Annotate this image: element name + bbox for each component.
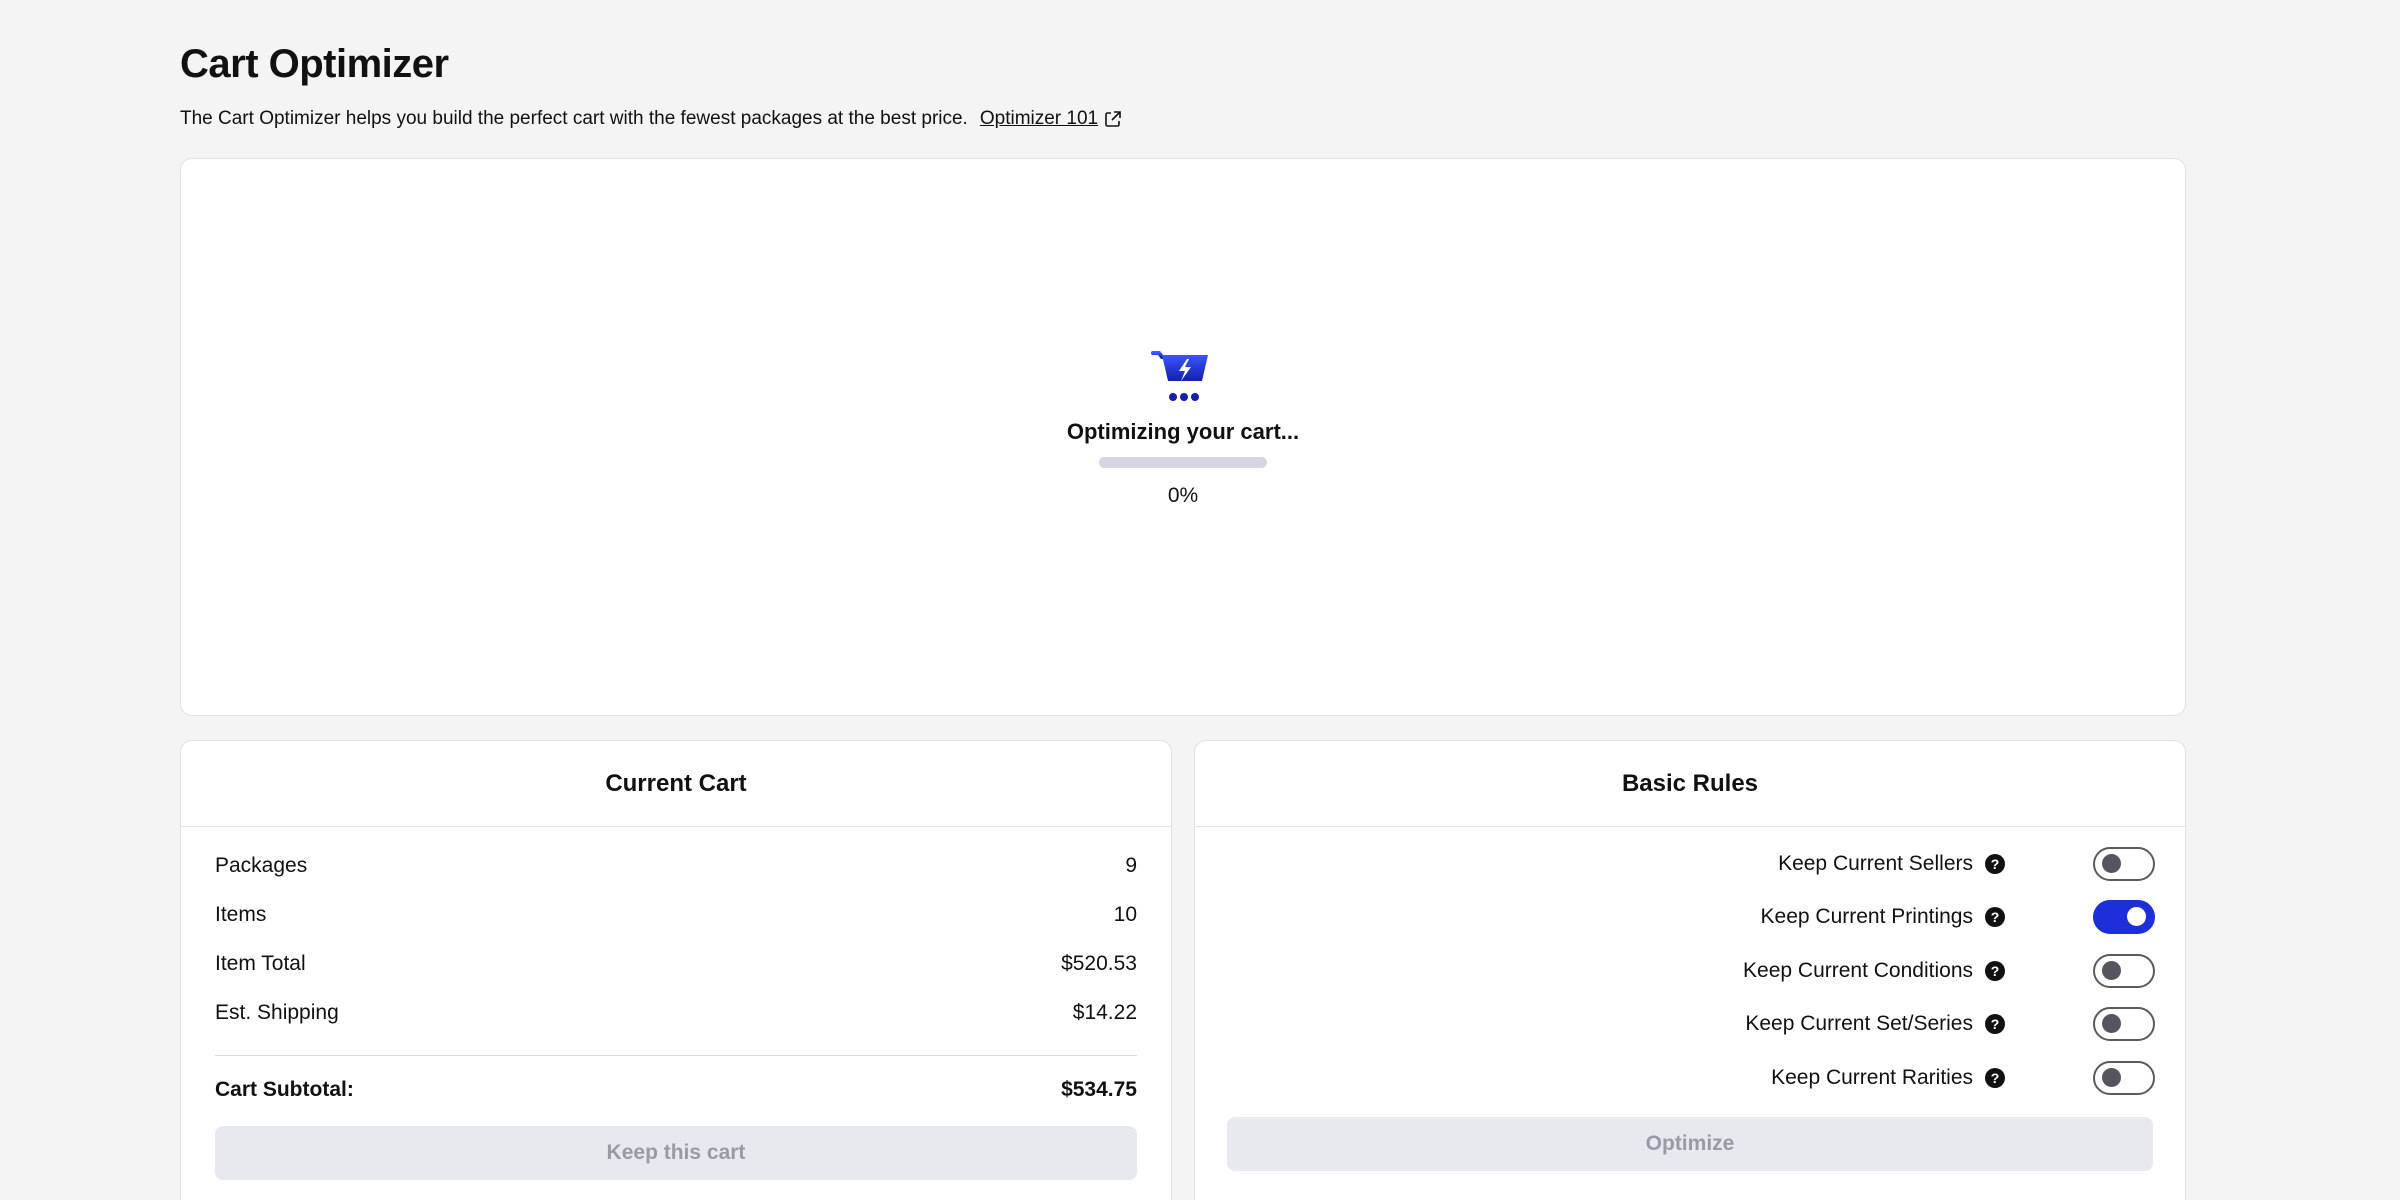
basic-rules-title: Basic Rules xyxy=(1195,741,2185,827)
cart-row-item-total: Item Total $520.53 xyxy=(215,939,1137,988)
keep-current-set-series-toggle[interactable] xyxy=(2093,1007,2155,1042)
help-icon[interactable]: ? xyxy=(1985,907,2005,928)
optimizer-101-link-label: Optimizer 101 xyxy=(979,108,1099,129)
page-title: Cart Optimizer xyxy=(180,42,449,86)
progress-bar xyxy=(1099,457,1267,468)
progress-label: 0% xyxy=(1167,484,1199,507)
cart-subtotal-row: Cart Subtotal: $534.75 xyxy=(215,1070,1137,1110)
toggle-knob xyxy=(2102,1014,2121,1034)
external-link-icon xyxy=(1105,111,1121,127)
keep-current-printings-toggle[interactable] xyxy=(2093,900,2155,935)
cart-row-est-shipping: Est. Shipping $14.22 xyxy=(215,988,1137,1037)
cart-lightning-icon xyxy=(1151,351,1208,401)
rule-keep-current-printings: Keep Current Printings ? xyxy=(1229,891,2155,945)
help-icon[interactable]: ? xyxy=(1985,1014,2005,1035)
toggle-knob xyxy=(2127,907,2146,927)
cart-row-value: $14.22 xyxy=(1072,1000,1137,1024)
keep-current-sellers-toggle[interactable] xyxy=(2093,846,2155,881)
rule-keep-current-set-series: Keep Current Set/Series ? xyxy=(1229,998,2155,1052)
cart-row-value: $520.53 xyxy=(1061,951,1137,975)
cart-row-label: Items xyxy=(215,902,267,926)
status-message: Optimizing your cart... xyxy=(1066,419,1300,444)
page-description: The Cart Optimizer helps you build the p… xyxy=(180,108,1122,130)
keep-current-rarities-toggle[interactable] xyxy=(2093,1060,2155,1095)
help-icon[interactable]: ? xyxy=(1985,1067,2005,1088)
cart-row-label: Packages xyxy=(215,853,308,877)
description-text: The Cart Optimizer helps you build the p… xyxy=(180,108,968,129)
rule-label: Keep Current Conditions xyxy=(1743,958,1973,982)
optimize-button[interactable]: Optimize xyxy=(1227,1116,2153,1171)
cart-row-packages: Packages 9 xyxy=(215,841,1137,890)
help-icon[interactable]: ? xyxy=(1985,960,2005,981)
keep-this-cart-button[interactable]: Keep this cart xyxy=(215,1126,1137,1180)
cart-row-items: Items 10 xyxy=(215,890,1137,939)
toggle-knob xyxy=(2102,1067,2121,1087)
rule-label: Keep Current Printings xyxy=(1760,905,1973,929)
current-cart-title: Current Cart xyxy=(181,741,1171,827)
toggle-knob xyxy=(2102,853,2121,873)
rule-keep-current-conditions: Keep Current Conditions ? xyxy=(1229,944,2155,998)
current-cart-panel: Current Cart Packages 9 Items 10 Item To… xyxy=(180,740,1172,1200)
help-icon[interactable]: ? xyxy=(1985,853,2005,874)
optimizer-101-link[interactable]: Optimizer 101 xyxy=(980,108,1122,130)
cart-subtotal-label: Cart Subtotal: xyxy=(215,1078,354,1101)
rule-keep-current-rarities: Keep Current Rarities ? xyxy=(1229,1051,2155,1105)
keep-current-conditions-toggle[interactable] xyxy=(2093,953,2155,988)
rule-label: Keep Current Set/Series xyxy=(1745,1012,1973,1036)
rule-label: Keep Current Sellers xyxy=(1778,851,1973,875)
rule-keep-current-sellers: Keep Current Sellers ? xyxy=(1229,837,2155,891)
cart-row-value: 9 xyxy=(1125,853,1137,877)
basic-rules-panel: Basic Rules Keep Current Sellers ? Keep … xyxy=(1194,740,2186,1200)
divider xyxy=(215,1055,1137,1056)
cart-row-label: Est. Shipping xyxy=(215,1000,339,1024)
toggle-knob xyxy=(2102,960,2121,980)
cart-row-value: 10 xyxy=(1113,902,1137,926)
optimizer-status-panel: Optimizing your cart... 0% xyxy=(180,158,2186,716)
cart-row-label: Item Total xyxy=(215,951,306,975)
rule-label: Keep Current Rarities xyxy=(1771,1065,1973,1089)
cart-subtotal-value: $534.75 xyxy=(1061,1078,1137,1101)
